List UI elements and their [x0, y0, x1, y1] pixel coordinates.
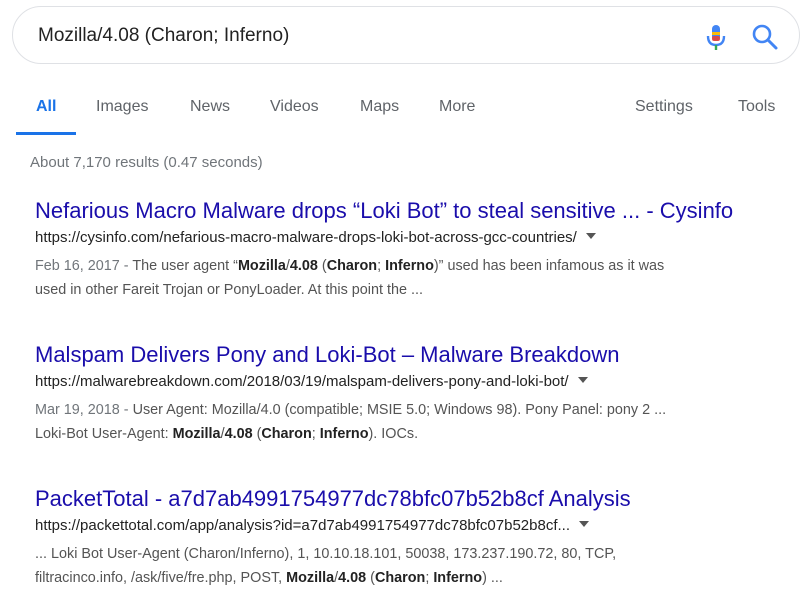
- tab-more[interactable]: More: [439, 98, 475, 116]
- caret-down-icon[interactable]: [585, 232, 596, 239]
- snippet-highlight: 4.08: [289, 258, 318, 274]
- result-url: https://cysinfo.com/nefarious-macro-malw…: [35, 229, 577, 246]
- caret-down-icon[interactable]: [577, 376, 588, 383]
- search-result: Malspam Delivers Pony and Loki-Bot – Mal…: [35, 342, 795, 442]
- snippet-text: used in other Fareit Trojan or PonyLoade…: [35, 282, 423, 298]
- snippet-text: (: [366, 570, 375, 586]
- result-title-link[interactable]: Malspam Delivers Pony and Loki-Bot – Mal…: [35, 342, 795, 368]
- snippet-highlight: Charon: [261, 426, 312, 442]
- snippet-text: ... Loki Bot User-Agent (Charon/Inferno)…: [35, 546, 617, 562]
- result-snippet: Mar 19, 2018 - User Agent: Mozilla/4.0 (…: [35, 398, 775, 446]
- result-date: Mar 19, 2018 -: [35, 402, 133, 418]
- tab-videos[interactable]: Videos: [270, 98, 319, 116]
- search-result: Nefarious Macro Malware drops “Loki Bot”…: [35, 198, 795, 298]
- result-title-link[interactable]: Nefarious Macro Malware drops “Loki Bot”…: [35, 198, 795, 224]
- snippet-text: filtracinco.info, /ask/five/fre.php, POS…: [35, 570, 287, 586]
- snippet-text: ;: [311, 426, 320, 442]
- search-input[interactable]: [38, 22, 658, 50]
- tab-bar: All Images News Videos Maps More Setting…: [0, 88, 805, 136]
- snippet-highlight: Mozilla: [237, 258, 286, 274]
- snippet-highlight: 4.08: [224, 426, 253, 442]
- snippet-text: )” used has been infamous as it was: [433, 258, 665, 274]
- search-icon[interactable]: [751, 23, 779, 51]
- snippet-text: ;: [377, 258, 386, 274]
- snippet-text: Loki-Bot User-Agent:: [35, 426, 173, 442]
- result-snippet: ... Loki Bot User-Agent (Charon/Inferno)…: [35, 542, 775, 590]
- snippet-text: User Agent: Mozilla/4.0 (compatible; MSI…: [132, 402, 667, 418]
- result-url: https://malwarebreakdown.com/2018/03/19/…: [35, 373, 569, 390]
- result-url: https://packettotal.com/app/analysis?id=…: [35, 517, 570, 534]
- tab-tools[interactable]: Tools: [738, 98, 775, 116]
- search-result: PacketTotal - a7d7ab4991754977dc78bfc07b…: [35, 486, 795, 586]
- tab-all[interactable]: All: [36, 98, 56, 116]
- result-url-line: https://packettotal.com/app/analysis?id=…: [35, 517, 589, 535]
- tab-images[interactable]: Images: [96, 98, 148, 116]
- result-url-line: https://malwarebreakdown.com/2018/03/19/…: [35, 373, 588, 391]
- tab-maps[interactable]: Maps: [360, 98, 399, 116]
- snippet-highlight: Charon: [326, 258, 378, 274]
- active-tab-indicator: [16, 132, 76, 135]
- snippet-text: The user agent “: [132, 258, 238, 274]
- caret-down-icon[interactable]: [578, 520, 589, 527]
- snippet-highlight: Mozilla: [286, 570, 335, 586]
- microphone-icon[interactable]: [703, 23, 729, 53]
- result-title-link[interactable]: PacketTotal - a7d7ab4991754977dc78bfc07b…: [35, 486, 795, 512]
- snippet-highlight: Inferno: [385, 258, 434, 274]
- result-date: Feb 16, 2017 -: [35, 258, 133, 274]
- tab-news[interactable]: News: [190, 98, 230, 116]
- result-stats: About 7,170 results (0.47 seconds): [30, 154, 263, 171]
- search-box[interactable]: [12, 6, 800, 64]
- snippet-text: ) ...: [482, 570, 503, 586]
- snippet-highlight: Charon: [374, 570, 426, 586]
- tab-settings[interactable]: Settings: [635, 98, 693, 116]
- snippet-text: ). IOCs.: [368, 426, 419, 442]
- snippet-text: (: [317, 258, 327, 274]
- snippet-highlight: Inferno: [433, 570, 483, 586]
- snippet-highlight: Mozilla: [172, 426, 221, 442]
- result-url-line: https://cysinfo.com/nefarious-macro-malw…: [35, 229, 596, 247]
- snippet-highlight: 4.08: [338, 570, 367, 586]
- snippet-highlight: Inferno: [319, 426, 369, 442]
- result-snippet: Feb 16, 2017 - The user agent “Mozilla/4…: [35, 254, 775, 302]
